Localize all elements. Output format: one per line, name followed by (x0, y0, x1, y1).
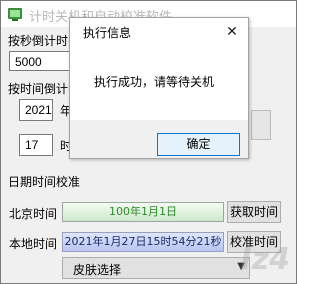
app-icon (8, 8, 22, 21)
year-input[interactable]: 2021 (19, 99, 53, 121)
ok-button[interactable]: 确定 (157, 133, 240, 156)
local-time-display: 2021年1月27日15时54分21秒 (62, 232, 224, 252)
seconds-input[interactable]: 5000 (9, 51, 71, 71)
dialog-message: 执行成功，请等待关机 (94, 75, 215, 89)
close-icon[interactable]: ✕ (216, 18, 248, 46)
beijing-time-display: 100年1月1日 (62, 202, 224, 222)
beijing-time-label: 北京时间 (9, 207, 58, 221)
watermark: Iz4 (240, 242, 291, 277)
calibration-heading: 日期时间校准 (8, 175, 81, 189)
background-action-button[interactable] (251, 110, 271, 140)
info-dialog: 执行信息 ✕ 执行成功，请等待关机 确定 (69, 17, 249, 159)
get-time-button[interactable]: 获取时间 (227, 201, 281, 223)
dialog-title: 执行信息 (83, 26, 132, 40)
dialog-titlebar: 执行信息 ✕ (70, 18, 248, 46)
hour-input[interactable]: 17 (19, 134, 53, 156)
skin-select-value: 皮肤选择 (73, 263, 122, 277)
dialog-body: 执行成功，请等待关机 (70, 46, 248, 120)
local-time-label: 本地时间 (9, 237, 58, 251)
skin-select[interactable]: 皮肤选择 ▼ (62, 257, 250, 279)
